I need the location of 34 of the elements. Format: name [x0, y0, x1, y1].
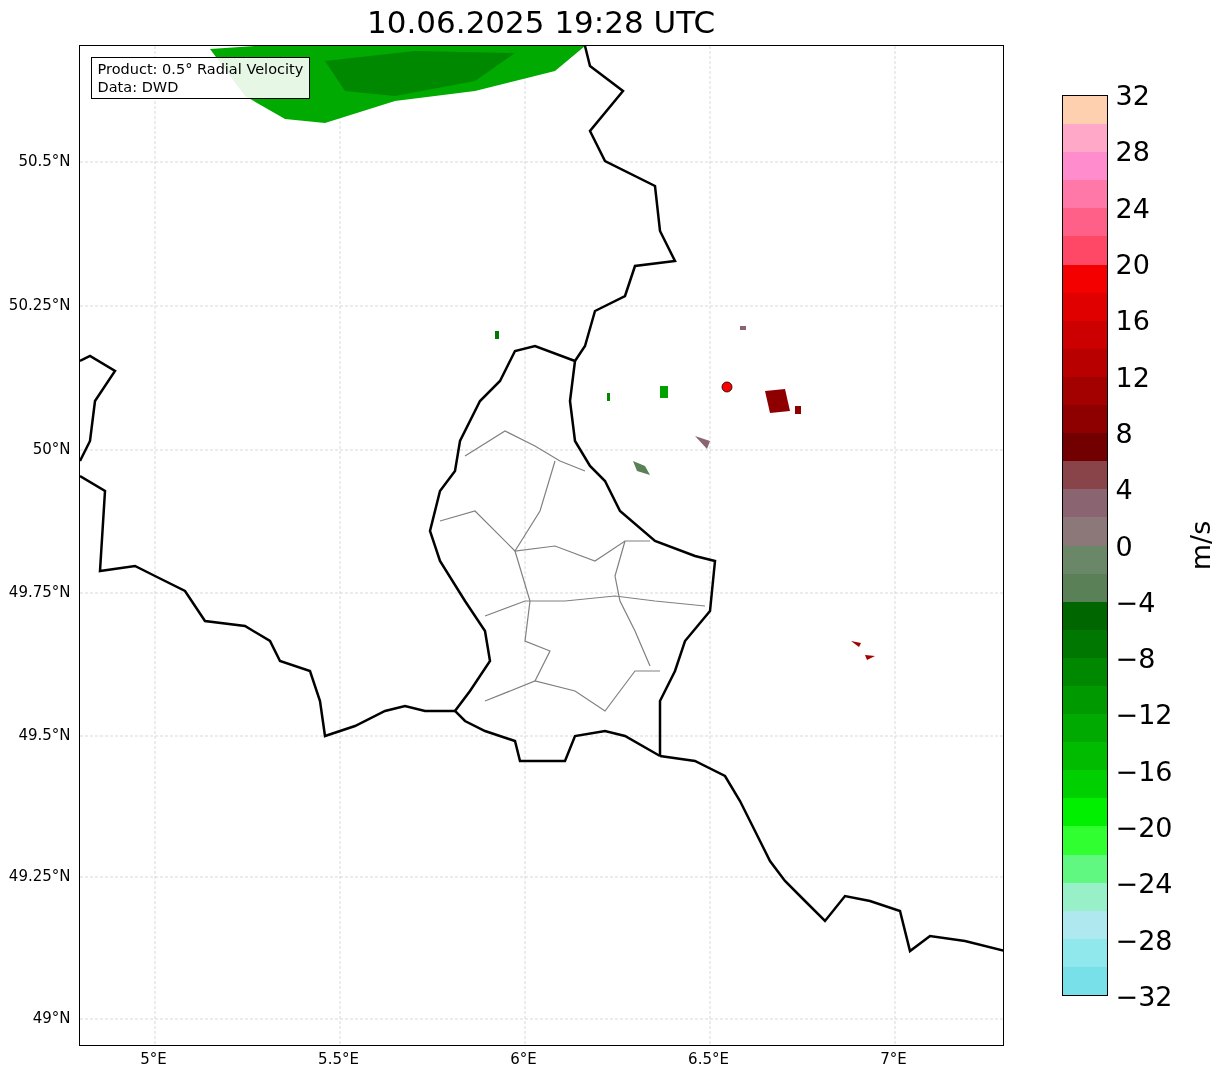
colorbar-tick-label: −4: [1115, 588, 1156, 616]
latitude-label: 49.75°N: [8, 584, 71, 600]
colorbar-tick-label: 16: [1115, 306, 1150, 334]
latitude-label: 49.25°N: [8, 868, 71, 884]
chart-title: 10.06.2025 19:28 UTC: [367, 7, 716, 38]
longitude-label: 6°E: [510, 1052, 537, 1067]
colorbar-tick-label: −24: [1115, 869, 1173, 897]
colorbar-tick-label: −8: [1115, 644, 1156, 672]
colorbar-tick-label: 8: [1115, 419, 1133, 447]
longitude-label: 7°E: [880, 1052, 907, 1067]
colorbar-tick-label: 24: [1115, 194, 1150, 222]
latitude-label: 50.5°N: [18, 153, 71, 169]
latitude-label: 49.5°N: [18, 727, 71, 743]
latitude-label: 50°N: [32, 441, 71, 457]
colorbar-tick-label: 32: [1115, 81, 1150, 109]
colorbar-tick-label: −32: [1115, 982, 1173, 1010]
longitude-label: 5.5°E: [318, 1052, 359, 1067]
colorbar-tick-label: 28: [1115, 137, 1150, 165]
longitude-label: 6.5°E: [688, 1052, 729, 1067]
colorbar-tick-label: 0: [1115, 532, 1133, 559]
longitude-label: 5°E: [140, 1052, 167, 1067]
colorbar-tick-label: −16: [1115, 757, 1173, 785]
colorbar-tick-label: −20: [1115, 813, 1173, 841]
location-marker-icon: [721, 381, 732, 393]
colorbar-tick-label: 20: [1115, 250, 1150, 278]
colorbar-unit-label: m/s: [1186, 520, 1214, 571]
colorbar-tick-label: 4: [1115, 475, 1133, 503]
colorbar-tick-label: 12: [1115, 363, 1150, 391]
colorbar-tick-label: −28: [1115, 926, 1173, 954]
latitude-label: 49°N: [32, 1010, 71, 1026]
colorbar-tick-label: −12: [1115, 700, 1173, 728]
info-text: Data: DWD: [97, 78, 180, 96]
latitude-label: 50.25°N: [8, 297, 71, 313]
info-text: Product: 0.5° Radial Velocity: [97, 60, 304, 78]
